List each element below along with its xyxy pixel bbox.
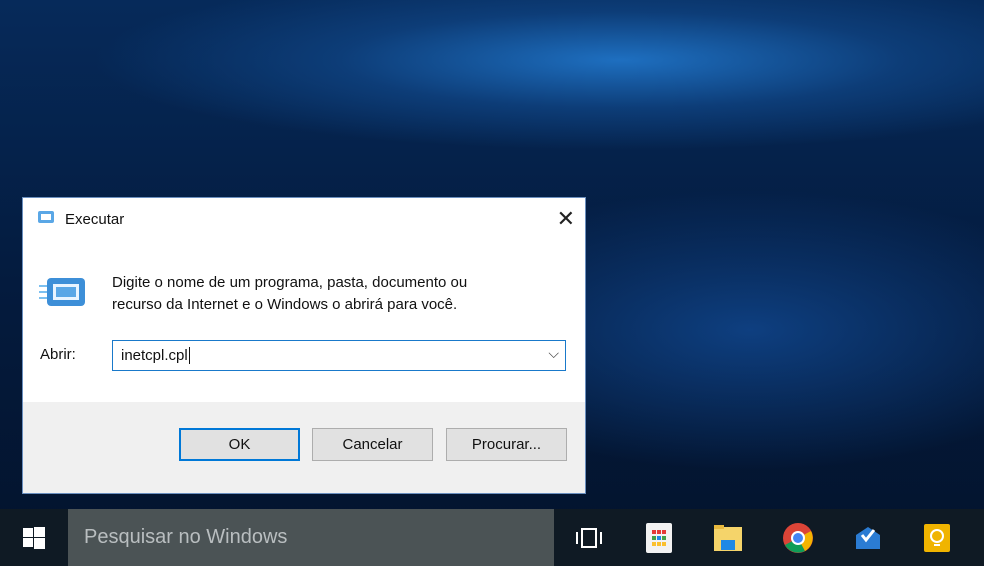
close-icon[interactable]: ✕ [557, 206, 575, 232]
open-input-value[interactable]: inetcpl.cpl [121, 347, 188, 364]
windows-start-icon[interactable] [19, 523, 49, 553]
dialog-title: Executar [65, 210, 125, 228]
text-caret [188, 347, 190, 364]
open-combobox[interactable]: inetcpl.cpl ⌵ [112, 340, 566, 371]
file-explorer-icon[interactable] [713, 523, 743, 553]
button-area: OK Cancelar Procurar... [23, 402, 585, 493]
message-line: Digite o nome de um programa, pasta, doc… [112, 274, 468, 291]
taskbar: Pesquisar no Windows [0, 509, 984, 566]
ok-button[interactable]: OK [179, 428, 300, 461]
run-dialog: Executar ✕ Digite o nome de um programa,… [22, 197, 586, 494]
open-label: Abrir: [40, 346, 76, 363]
title-bar: Executar [23, 198, 585, 240]
chrome-icon[interactable] [783, 523, 813, 553]
tips-lightbulb-icon[interactable] [922, 523, 952, 553]
dialog-message: Digite o nome de um programa, pasta, doc… [112, 272, 552, 316]
apps-grid-icon[interactable] [644, 523, 674, 553]
run-icon [35, 210, 55, 228]
message-line: recurso da Internet e o Windows o abrirá… [112, 296, 458, 313]
run-large-icon [39, 276, 87, 313]
mail-icon[interactable] [853, 523, 883, 553]
chevron-down-icon[interactable]: ⌵ [548, 345, 559, 362]
search-box[interactable]: Pesquisar no Windows [68, 509, 554, 566]
task-view-icon[interactable] [574, 523, 604, 553]
browse-button[interactable]: Procurar... [446, 428, 567, 461]
cancel-button[interactable]: Cancelar [312, 428, 433, 461]
